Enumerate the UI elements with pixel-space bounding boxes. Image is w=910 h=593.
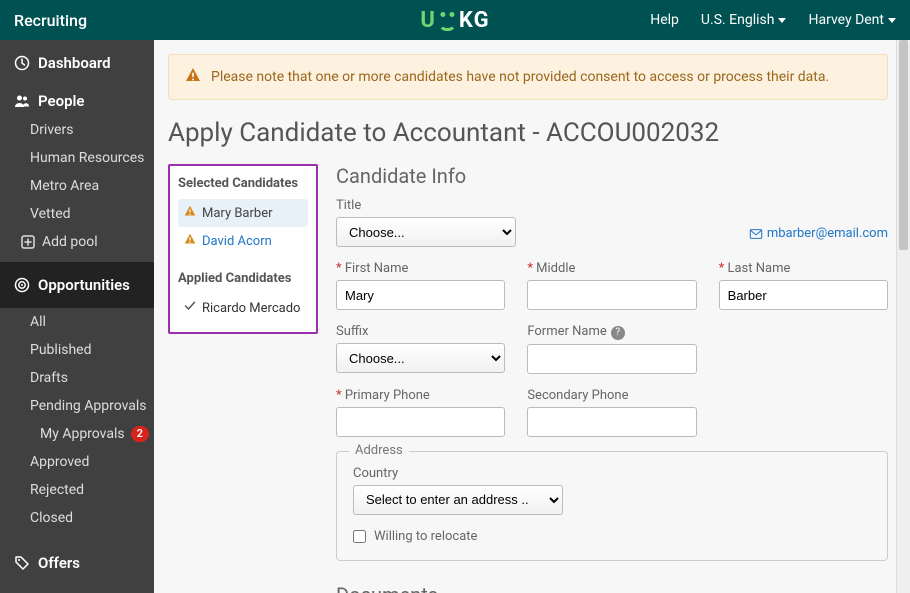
sidebar-item-all[interactable]: All — [0, 308, 154, 336]
applied-candidates-heading: Applied Candidates — [178, 271, 308, 286]
country-label: Country — [353, 466, 563, 481]
candidate-form: Candidate Info Title Choose... mbarber@e… — [336, 164, 888, 593]
sidebar-item-rejected[interactable]: Rejected — [0, 476, 154, 504]
sidebar-opportunities[interactable]: Opportunities — [0, 262, 154, 308]
sidebar-item-pending[interactable]: Pending Approvals — [0, 392, 154, 420]
sidebar-people[interactable]: People — [0, 78, 154, 116]
suffix-select[interactable]: Choose... — [336, 343, 505, 373]
topbar: Recruiting U KG Help U.S. English Harvey… — [0, 0, 910, 40]
consent-notice: Please note that one or more candidates … — [168, 54, 888, 100]
former-name-input[interactable] — [527, 344, 696, 374]
candidate-email-link[interactable]: mbarber@email.com — [749, 226, 888, 241]
relocate-checkbox[interactable] — [353, 530, 366, 543]
sidebar-item-vetted[interactable]: Vetted — [0, 200, 154, 228]
people-icon — [14, 93, 30, 109]
relocate-label: Willing to relocate — [374, 529, 477, 544]
selected-candidates-heading: Selected Candidates — [178, 176, 308, 191]
last-name-input[interactable] — [719, 280, 888, 310]
candidate-mary[interactable]: Mary Barber — [178, 199, 308, 227]
ukg-logo: U KG — [420, 8, 489, 33]
caret-down-icon — [778, 18, 786, 27]
sidebar-offers[interactable]: Offers — [0, 540, 154, 578]
title-label: Title — [336, 198, 516, 213]
clock-icon — [14, 55, 30, 71]
page-title: Apply Candidate to Accountant - ACCOU002… — [168, 118, 888, 148]
sidebar-dashboard[interactable]: Dashboard — [0, 40, 154, 78]
first-name-input[interactable] — [336, 280, 505, 310]
app-brand: Recruiting — [14, 11, 87, 30]
approval-count-badge: 2 — [131, 426, 149, 442]
warning-icon — [184, 233, 196, 249]
caret-down-icon — [888, 18, 896, 27]
tag-icon — [14, 555, 30, 571]
plus-box-icon — [20, 234, 36, 250]
user-dropdown[interactable]: Harvey Dent — [808, 12, 896, 28]
secondary-phone-input[interactable] — [527, 407, 696, 437]
sidebar-item-hr[interactable]: Human Resources — [0, 144, 154, 172]
documents-heading: Documents — [336, 583, 888, 593]
sidebar-item-drafts[interactable]: Drafts — [0, 364, 154, 392]
scrollbar-thumb[interactable] — [899, 40, 908, 250]
primary-phone-input[interactable] — [336, 407, 505, 437]
candidate-david[interactable]: David Acorn — [178, 227, 308, 255]
address-fieldset: Address Country Select to enter an addre… — [336, 451, 888, 561]
notice-text: Please note that one or more candidates … — [211, 69, 829, 85]
primary-phone-label: Primary Phone — [336, 388, 505, 403]
candidate-info-heading: Candidate Info — [336, 164, 888, 188]
sidebar: Dashboard People Drivers Human Resources… — [0, 40, 154, 593]
envelope-icon — [749, 227, 763, 241]
content-area: Please note that one or more candidates … — [154, 40, 910, 593]
warning-icon — [185, 67, 201, 87]
suffix-label: Suffix — [336, 324, 505, 339]
sidebar-item-metro[interactable]: Metro Area — [0, 172, 154, 200]
candidate-ricardo[interactable]: Ricardo Mercado — [178, 294, 308, 322]
sidebar-item-add-pool[interactable]: Add pool — [0, 228, 154, 256]
title-select[interactable]: Choose... — [336, 217, 516, 247]
sidebar-item-my-approvals[interactable]: My Approvals 2 — [0, 420, 154, 448]
country-select[interactable]: Select to enter an address .. — [353, 485, 563, 515]
target-icon — [14, 277, 30, 293]
sidebar-item-closed[interactable]: Closed — [0, 504, 154, 532]
scrollbar[interactable] — [896, 40, 910, 593]
sidebar-item-published[interactable]: Published — [0, 336, 154, 364]
sidebar-item-approved[interactable]: Approved — [0, 448, 154, 476]
check-icon — [184, 300, 196, 316]
candidates-panel: Selected Candidates Mary Barber David Ac… — [168, 164, 318, 334]
language-dropdown[interactable]: U.S. English — [701, 12, 787, 28]
help-link[interactable]: Help — [650, 12, 679, 28]
sidebar-item-drivers[interactable]: Drivers — [0, 116, 154, 144]
middle-label: Middle — [527, 261, 696, 276]
help-icon[interactable]: ? — [611, 326, 625, 340]
middle-input[interactable] — [527, 280, 696, 310]
last-name-label: Last Name — [719, 261, 888, 276]
first-name-label: First Name — [336, 261, 505, 276]
warning-icon — [184, 205, 196, 221]
former-name-label: Former Name? — [527, 324, 696, 340]
secondary-phone-label: Secondary Phone — [527, 388, 696, 403]
address-legend: Address — [349, 443, 409, 458]
